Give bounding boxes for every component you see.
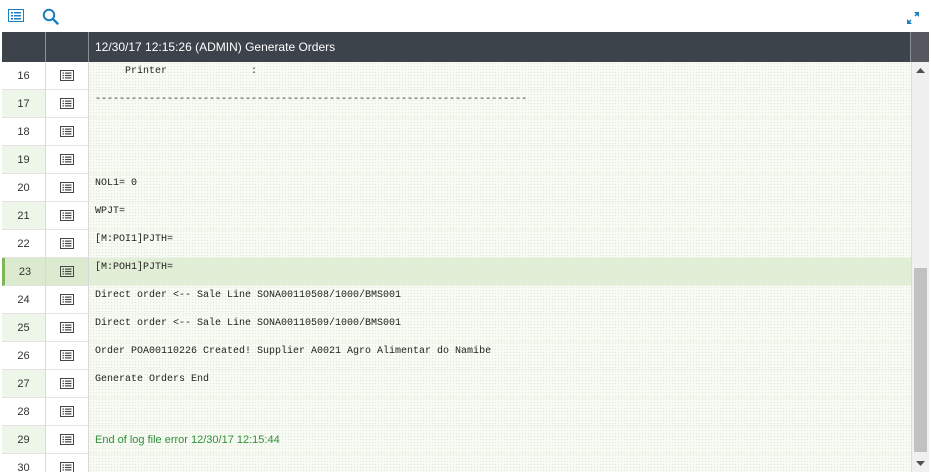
log-row[interactable]: 27 Generate Orders End — [2, 370, 911, 398]
expand-icon[interactable] — [906, 11, 920, 30]
log-line-text: [M:POH1]PJTH= — [89, 258, 911, 286]
row-number: 24 — [2, 286, 46, 314]
log-line-text: Order POA00110226 Created! Supplier A002… — [89, 342, 911, 370]
row-detail-icon[interactable] — [46, 90, 89, 118]
row-detail-icon[interactable] — [46, 258, 89, 286]
header-scroll-spacer — [910, 32, 929, 62]
log-row[interactable]: 25 Direct order <-- Sale Line SONA0011050… — [2, 314, 911, 342]
row-detail-icon[interactable] — [46, 398, 89, 426]
log-row[interactable]: 20 NOL1= 0 — [2, 174, 911, 202]
scroll-up-arrow-icon[interactable] — [912, 64, 929, 78]
log-line-text — [89, 146, 911, 174]
row-number: 28 — [2, 398, 46, 426]
log-rows: 16 Printer :17 --------------------------… — [2, 62, 911, 472]
row-detail-icon[interactable] — [46, 174, 89, 202]
row-number: 18 — [2, 118, 46, 146]
row-detail-icon[interactable] — [46, 426, 89, 454]
search-icon[interactable] — [42, 8, 59, 30]
toolbar — [0, 0, 931, 32]
row-detail-icon[interactable] — [46, 342, 89, 370]
vertical-scrollbar[interactable] — [911, 62, 929, 472]
log-row[interactable]: 21 WPJT= — [2, 202, 911, 230]
log-row-selected[interactable]: 23 [M:POH1]PJTH= — [2, 258, 911, 286]
log-row[interactable]: 16 Printer : — [2, 62, 911, 90]
log-line-text — [89, 398, 911, 426]
log-row[interactable]: 24 Direct order <-- Sale Line SONA0011050… — [2, 286, 911, 314]
row-detail-icon[interactable] — [46, 146, 89, 174]
log-row[interactable]: 28 — [2, 398, 911, 426]
row-detail-icon[interactable] — [46, 118, 89, 146]
row-detail-icon[interactable] — [46, 454, 89, 472]
log-line-text: WPJT= — [89, 202, 911, 230]
row-number-column-header — [2, 32, 46, 62]
log-line-text — [89, 454, 911, 472]
row-number: 22 — [2, 230, 46, 258]
row-detail-icon[interactable] — [46, 286, 89, 314]
row-number: 17 — [2, 90, 46, 118]
log-row[interactable]: 22 [M:POI1]PJTH= — [2, 230, 911, 258]
log-line-text: Direct order <-- Sale Line SONA00110508/… — [89, 286, 911, 314]
icon-column-header — [46, 32, 89, 62]
log-row[interactable]: 26 Order POA00110226 Created! Supplier A0… — [2, 342, 911, 370]
row-number: 26 — [2, 342, 46, 370]
row-detail-icon[interactable] — [46, 230, 89, 258]
row-detail-icon[interactable] — [46, 314, 89, 342]
row-detail-icon[interactable] — [46, 202, 89, 230]
list-icon[interactable] — [8, 9, 24, 27]
row-detail-icon[interactable] — [46, 62, 89, 90]
log-row[interactable]: 30 — [2, 454, 911, 472]
row-number: 29 — [2, 426, 46, 454]
grid-header: 12/30/17 12:15:26 (ADMIN) Generate Order… — [2, 32, 929, 62]
log-row[interactable]: 18 — [2, 118, 911, 146]
log-line-text: ----------------------------------------… — [89, 90, 911, 118]
log-title: 12/30/17 12:15:26 (ADMIN) Generate Order… — [95, 40, 336, 54]
log-line-text: Generate Orders End — [89, 370, 911, 398]
log-line-text: Direct order <-- Sale Line SONA00110509/… — [89, 314, 911, 342]
row-number: 23 — [2, 258, 46, 286]
row-number: 16 — [2, 62, 46, 90]
row-number: 30 — [2, 454, 46, 472]
row-number: 25 — [2, 314, 46, 342]
log-row[interactable]: 29 End of log file error 12/30/17 12:15:4… — [2, 426, 911, 454]
row-number: 19 — [2, 146, 46, 174]
row-number: 21 — [2, 202, 46, 230]
log-line-text — [89, 118, 911, 146]
log-line-text: End of log file error 12/30/17 12:15:44 — [89, 426, 911, 454]
log-line-text: Printer : — [89, 62, 911, 90]
scroll-down-arrow-icon[interactable] — [912, 456, 929, 470]
log-line-text: [M:POI1]PJTH= — [89, 230, 911, 258]
row-detail-icon[interactable] — [46, 370, 89, 398]
row-number: 20 — [2, 174, 46, 202]
log-row[interactable]: 19 — [2, 146, 911, 174]
log-row[interactable]: 17 --------------------------------------… — [2, 90, 911, 118]
log-line-text: NOL1= 0 — [89, 174, 911, 202]
row-number: 27 — [2, 370, 46, 398]
scrollbar-thumb[interactable] — [914, 268, 927, 452]
